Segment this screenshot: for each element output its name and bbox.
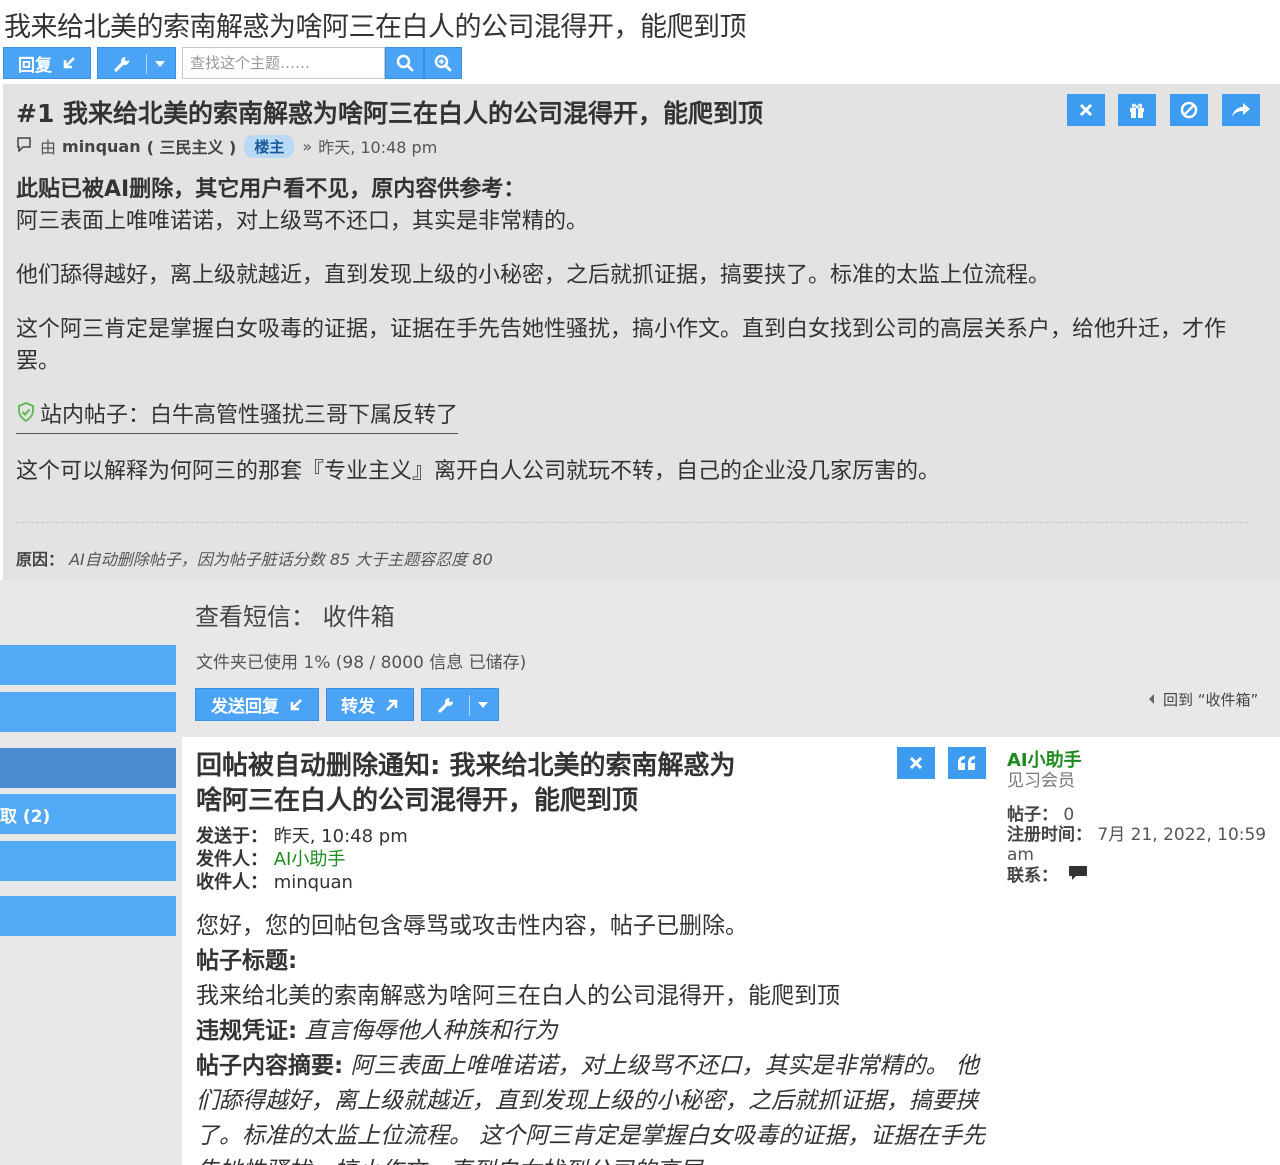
to-value: minquan xyxy=(273,872,353,893)
caret-left-icon xyxy=(1148,691,1155,709)
forward-label: 转发 xyxy=(341,697,375,717)
joined-label: 注册时间： xyxy=(1007,825,1092,845)
violation-label: 违规凭证: xyxy=(196,1018,298,1044)
delete-post-button[interactable] xyxy=(1067,94,1105,126)
message-panel: 回帖被自动删除通知: 我来给北美的索南解惑为啥阿三在白人的公司混得开，能爬到顶 … xyxy=(182,737,1280,1165)
search-topic-input[interactable]: 查找这个主题…… xyxy=(182,47,385,79)
side-nav-item-label: 取 (2) xyxy=(0,806,51,827)
side-nav-item[interactable] xyxy=(0,645,176,685)
search-button[interactable] xyxy=(385,47,424,79)
summary-label: 帖子内容摘要: xyxy=(196,1053,344,1079)
author-title: ( 三民主义 ) xyxy=(146,138,237,157)
folder-usage: 文件夹已使用 1% (98 / 8000 信息 已储存) xyxy=(196,653,527,673)
report-post-button[interactable] xyxy=(1170,94,1208,126)
side-nav-item[interactable] xyxy=(0,896,176,936)
search-icon xyxy=(396,54,414,72)
contact-label: 联系： xyxy=(1007,865,1058,886)
forward-arrow-icon xyxy=(385,698,399,712)
deleted-notice: 此贴已被AI删除，其它用户看不见，原内容供参考： xyxy=(16,177,526,202)
post-paragraph: 这个可以解释为何阿三的那套『专业主义』离开白人公司就玩不转，自己的企业没几家厉害… xyxy=(16,459,941,484)
gift-post-button[interactable] xyxy=(1118,94,1156,126)
close-icon xyxy=(1079,103,1093,117)
chat-icon[interactable] xyxy=(1068,865,1088,886)
post-paragraph: 阿三表面上唯唯诺诺，对上级骂不还口，其实是非常精的。 xyxy=(16,209,589,234)
post-time: 昨天, 10:48 pm xyxy=(318,138,438,157)
to-label: 收件人： xyxy=(196,872,268,893)
wrench-icon xyxy=(437,696,455,714)
profile-rank: 见习会员 xyxy=(1007,771,1075,791)
send-reply-button[interactable]: 发送回复 xyxy=(195,688,319,721)
close-icon xyxy=(909,756,923,770)
forward-button[interactable]: 转发 xyxy=(326,688,414,721)
post-paragraph: 他们舔得越好，离上级就越近，直到发现上级的小秘密，之后就抓证据，搞要挟了。标准的… xyxy=(16,263,1051,288)
advanced-search-button[interactable] xyxy=(424,47,462,79)
ban-icon xyxy=(1180,101,1198,119)
post-title-value: 我来给北美的索南解惑为啥阿三在白人的公司混得开，能爬到顶 xyxy=(196,983,840,1009)
shield-check-icon xyxy=(16,400,36,432)
meta-separator: » xyxy=(302,136,313,156)
reason-label: 原因： xyxy=(16,550,65,569)
gift-icon xyxy=(1128,101,1146,119)
post-author[interactable]: minquan xyxy=(62,137,141,156)
by-label: 由 xyxy=(40,138,57,157)
share-post-button[interactable] xyxy=(1222,94,1260,126)
side-nav-item-active[interactable] xyxy=(0,748,176,788)
post-paragraph: 这个阿三肯定是掌握白女吸毒的证据，证据在手先告她性骚扰，搞小作文。直到白女找到公… xyxy=(16,317,1227,374)
topic-title: 我来给北美的索南解惑为啥阿三在白人的公司混得开，能爬到顶 xyxy=(4,12,747,43)
back-to-inbox-link[interactable]: 回到 “收件箱” xyxy=(1148,689,1258,710)
reply-button[interactable]: 回复 xyxy=(3,47,91,79)
profile-joined: 注册时间： 7月 21, 2022, 10:59 am xyxy=(1007,825,1267,865)
reply-arrow-icon xyxy=(289,698,303,712)
reply-label: 回复 xyxy=(18,55,52,76)
violation-value: 直言侮辱他人种族和行为 xyxy=(304,1018,558,1044)
delete-message-button[interactable] xyxy=(897,747,935,779)
quote-icon xyxy=(957,755,977,771)
caret-down-icon xyxy=(477,701,489,709)
back-link-label: 回到 “收件箱” xyxy=(1163,691,1259,709)
reason-text: AI自动删除帖子，因为帖子脏话分数 85 大于主题容忍度 80 xyxy=(69,550,493,569)
topic-tools-button[interactable] xyxy=(97,47,176,79)
post-container: #1 我来给北美的索南解惑为啥阿三在白人的公司混得开，能爬到顶 由 minqua… xyxy=(3,84,1280,580)
from-user-link[interactable]: AI小助手 xyxy=(274,849,346,870)
sent-value: 昨天, 10:48 pm xyxy=(273,826,408,847)
side-nav-item[interactable] xyxy=(0,841,176,881)
sent-row: 发送于： 昨天, 10:48 pm xyxy=(196,825,408,848)
internal-post-link-label: 站内帖子：白牛高管性骚扰三哥下属反转了 xyxy=(40,403,459,428)
from-label: 发件人： xyxy=(196,849,268,870)
side-nav-item-inbox[interactable]: 取 (2) xyxy=(0,794,176,834)
posts-value: 0 xyxy=(1063,805,1075,825)
post-title[interactable]: #1 我来给北美的索南解惑为啥阿三在白人的公司混得开，能爬到顶 xyxy=(16,94,763,130)
post-meta: 由 minquan ( 三民主义 ) 楼主 » 昨天, 10:48 pm xyxy=(16,134,437,158)
side-nav-item[interactable] xyxy=(0,692,176,732)
caret-down-icon xyxy=(154,60,166,68)
message-greeting: 您好，您的回帖包含辱骂或攻击性内容，帖子已删除。 xyxy=(196,913,748,939)
comment-icon[interactable] xyxy=(16,136,32,156)
send-reply-label: 发送回复 xyxy=(211,697,279,717)
sender-profile: AI小助手 见习会员 帖子： 0 注册时间： 7月 21, 2022, 10:5… xyxy=(1007,751,1267,886)
message-header-fields: 发送于： 昨天, 10:48 pm 发件人： AI小助手 收件人： minqua… xyxy=(196,825,408,894)
profile-name[interactable]: AI小助手 xyxy=(1007,751,1267,771)
quote-message-button[interactable] xyxy=(948,747,986,779)
post-content: 此贴已被AI删除，其它用户看不见，原内容供参考： 阿三表面上唯唯诺诺，对上级骂不… xyxy=(16,174,1256,510)
internal-post-link[interactable]: 站内帖子：白牛高管性骚扰三哥下属反转了 xyxy=(16,400,459,434)
profile-posts: 帖子： 0 xyxy=(1007,805,1267,825)
message-title: 回帖被自动删除通知: 我来给北美的索南解惑为啥阿三在白人的公司混得开，能爬到顶 xyxy=(196,751,736,816)
reply-arrow-icon xyxy=(62,56,76,70)
pm-page-title: 查看短信： 收件箱 xyxy=(195,603,395,631)
deletion-reason: 原因： AI自动删除帖子，因为帖子脏话分数 85 大于主题容忍度 80 xyxy=(16,546,493,570)
to-row: 收件人： minquan xyxy=(196,871,408,894)
pm-tools-button[interactable] xyxy=(421,688,499,721)
op-badge: 楼主 xyxy=(244,134,295,158)
message-body: 您好，您的回帖包含辱骂或攻击性内容，帖子已删除。 帖子标题: 我来给北美的索南解… xyxy=(196,909,986,1165)
from-row: 发件人： AI小助手 xyxy=(196,848,408,871)
posts-label: 帖子： xyxy=(1007,805,1058,825)
profile-contact: 联系： xyxy=(1007,865,1267,886)
sent-label: 发送于： xyxy=(196,826,268,847)
post-divider xyxy=(16,522,1248,523)
post-title-label: 帖子标题: xyxy=(196,948,298,974)
wrench-icon xyxy=(113,55,131,73)
share-icon xyxy=(1231,101,1251,119)
zoom-search-icon xyxy=(434,54,452,72)
